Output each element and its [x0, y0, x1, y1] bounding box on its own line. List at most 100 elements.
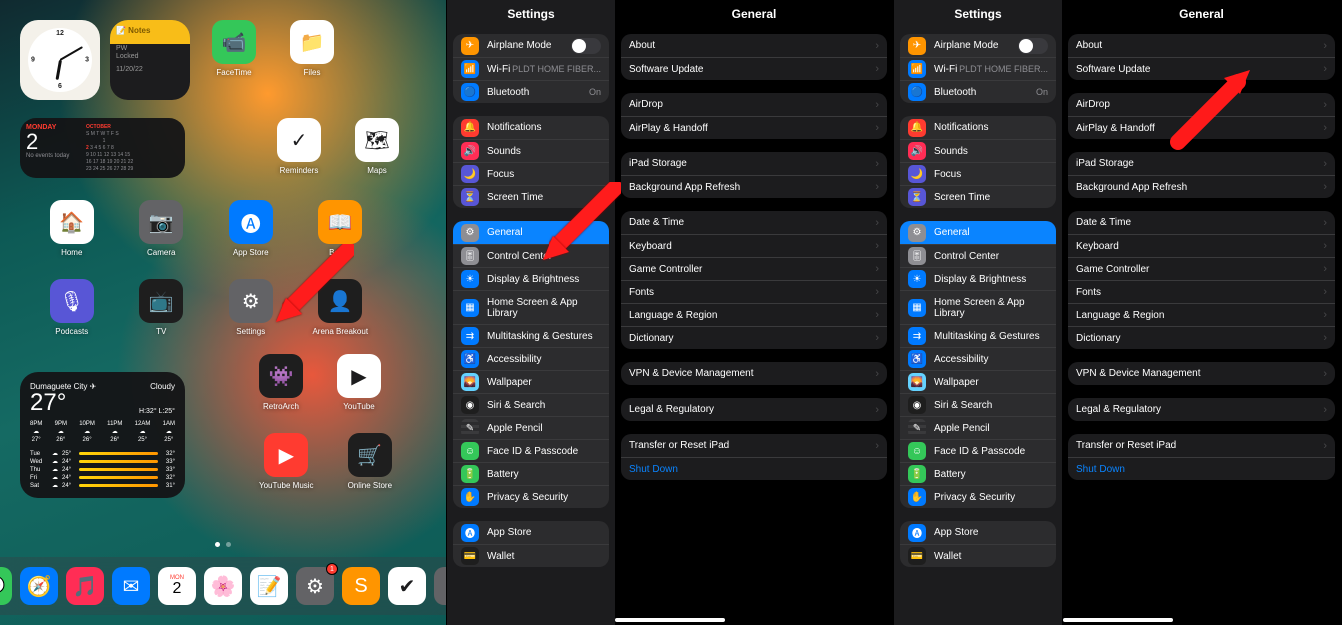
settings-row-siri-search[interactable]: ◉Siri & Search [453, 393, 609, 416]
general-row-keyboard[interactable]: Keyboard› [1068, 234, 1335, 257]
settings-row-wi-fi[interactable]: 📶Wi-FiPLDT HOME FIBER... [453, 57, 609, 80]
home-indicator[interactable] [615, 618, 725, 622]
general-row-legal-regulatory[interactable]: Legal & Regulatory› [621, 398, 887, 421]
settings-row-wallpaper[interactable]: 🌄Wallpaper [900, 370, 1056, 393]
settings-row-notifications[interactable]: 🔔Notifications [900, 116, 1056, 139]
app-maps[interactable]: 🗺Maps [355, 118, 399, 178]
settings-row-focus[interactable]: 🌙Focus [453, 162, 609, 185]
general-row-software-update[interactable]: Software Update› [1068, 57, 1335, 80]
settings-row-apple-pencil[interactable]: ✎Apple Pencil [453, 416, 609, 439]
settings-row-multitasking-gestures[interactable]: ⇉Multitasking & Gestures [453, 324, 609, 347]
app-app-store[interactable]: 🅐App Store [215, 200, 287, 257]
settings-row-airplane-mode[interactable]: ✈Airplane Mode [900, 34, 1056, 57]
app-files[interactable]: 📁Files [290, 20, 334, 100]
app-calendar[interactable]: MON2 [158, 567, 196, 605]
settings-row-privacy-security[interactable]: ✋Privacy & Security [900, 485, 1056, 508]
settings-row-apple-pencil[interactable]: ✎Apple Pencil [900, 416, 1056, 439]
toggle[interactable] [571, 38, 601, 54]
settings-row-privacy-security[interactable]: ✋Privacy & Security [453, 485, 609, 508]
settings-row-wallpaper[interactable]: 🌄Wallpaper [453, 370, 609, 393]
general-row-game-controller[interactable]: Game Controller› [1068, 257, 1335, 280]
app-safari[interactable]: 🧭 [20, 567, 58, 605]
general-row-transfer-or-reset-ipad[interactable]: Transfer or Reset iPad› [621, 434, 887, 457]
settings-row-screen-time[interactable]: ⏳Screen Time [900, 185, 1056, 208]
general-row-game-controller[interactable]: Game Controller› [621, 257, 887, 280]
app-nike[interactable]: ✔ [388, 567, 426, 605]
app-youtube[interactable]: ▶YouTube [337, 354, 381, 411]
settings-row-battery[interactable]: 🔋Battery [900, 462, 1056, 485]
general-row-airdrop[interactable]: AirDrop› [1068, 93, 1335, 116]
general-row-date-time[interactable]: Date & Time› [1068, 211, 1335, 234]
general-row-legal-regulatory[interactable]: Legal & Regulatory› [1068, 398, 1335, 421]
app-books[interactable]: 📖Books [305, 200, 377, 257]
general-row-fonts[interactable]: Fonts› [621, 280, 887, 303]
settings-row-siri-search[interactable]: ◉Siri & Search [900, 393, 1056, 416]
settings-row-wallet[interactable]: 💳Wallet [900, 544, 1056, 567]
settings-row-app-store[interactable]: 🅐App Store [900, 521, 1056, 544]
general-row-about[interactable]: About› [621, 34, 887, 57]
general-row-about[interactable]: About› [1068, 34, 1335, 57]
settings-row-home-screen-app-library[interactable]: ▦Home Screen & App Library [453, 290, 609, 324]
general-row-date-time[interactable]: Date & Time› [621, 211, 887, 234]
settings-row-focus[interactable]: 🌙Focus [900, 162, 1056, 185]
settings-row-wallet[interactable]: 💳Wallet [453, 544, 609, 567]
app-camera[interactable]: 📷Camera [126, 200, 198, 257]
settings-row-airplane-mode[interactable]: ✈Airplane Mode [453, 34, 609, 57]
general-row-vpn-device-management[interactable]: VPN & Device Management› [621, 362, 887, 385]
settings-row-app-store[interactable]: 🅐App Store [453, 521, 609, 544]
settings-row-battery[interactable]: 🔋Battery [453, 462, 609, 485]
app-reminders[interactable]: ✓Reminders [277, 118, 321, 178]
general-row-shut-down[interactable]: Shut Down [621, 457, 887, 480]
settings-row-multitasking-gestures[interactable]: ⇉Multitasking & Gestures [900, 324, 1056, 347]
app-music[interactable]: 🎵 [66, 567, 104, 605]
general-row-background-app-refresh[interactable]: Background App Refresh› [621, 175, 887, 198]
app-settings[interactable]: ⚙1 [296, 567, 334, 605]
general-row-language-region[interactable]: Language & Region› [621, 303, 887, 326]
settings-row-display-brightness[interactable]: ☀Display & Brightness [453, 267, 609, 290]
settings-row-general[interactable]: ⚙General [453, 221, 609, 244]
app-facetime[interactable]: 📹FaceTime [212, 20, 256, 100]
settings-row-sounds[interactable]: 🔊Sounds [900, 139, 1056, 162]
toggle[interactable] [1018, 38, 1048, 54]
general-row-software-update[interactable]: Software Update› [621, 57, 887, 80]
app-online-store[interactable]: 🛒Online Store [348, 433, 392, 490]
settings-row-control-center[interactable]: 🎚Control Center [900, 244, 1056, 267]
general-row-dictionary[interactable]: Dictionary› [1068, 326, 1335, 349]
settings-row-accessibility[interactable]: ♿Accessibility [900, 347, 1056, 370]
settings-row-screen-time[interactable]: ⏳Screen Time [453, 185, 609, 208]
app-apps[interactable]: ⊞ [434, 567, 447, 605]
general-row-airplay-handoff[interactable]: AirPlay & Handoff› [1068, 116, 1335, 139]
calendar-widget[interactable]: MONDAY 2 No events today OCTOBER S M T W… [20, 118, 185, 178]
app-home[interactable]: 🏠Home [36, 200, 108, 257]
general-row-shut-down[interactable]: Shut Down [1068, 457, 1335, 480]
general-row-background-app-refresh[interactable]: Background App Refresh› [1068, 175, 1335, 198]
settings-row-control-center[interactable]: 🎚Control Center [453, 244, 609, 267]
page-indicator[interactable] [215, 542, 231, 547]
app-settings[interactable]: ⚙Settings [215, 279, 287, 336]
home-indicator[interactable] [1063, 618, 1173, 622]
general-row-transfer-or-reset-ipad[interactable]: Transfer or Reset iPad› [1068, 434, 1335, 457]
app-messages[interactable]: 💬 [0, 567, 12, 605]
app-mail[interactable]: ✉ [112, 567, 150, 605]
general-row-ipad-storage[interactable]: iPad Storage› [1068, 152, 1335, 175]
app-youtube-music[interactable]: ▶YouTube Music [259, 433, 314, 490]
clock-widget[interactable]: 12369 [20, 20, 100, 100]
general-row-airdrop[interactable]: AirDrop› [621, 93, 887, 116]
app-podcasts[interactable]: 🎙Podcasts [36, 279, 108, 336]
settings-row-bluetooth[interactable]: 🔵BluetoothOn [453, 80, 609, 103]
general-row-vpn-device-management[interactable]: VPN & Device Management› [1068, 362, 1335, 385]
general-row-ipad-storage[interactable]: iPad Storage› [621, 152, 887, 175]
app-tv[interactable]: 📺TV [126, 279, 198, 336]
general-row-airplay-handoff[interactable]: AirPlay & Handoff› [621, 116, 887, 139]
app-retroarch[interactable]: 👾RetroArch [259, 354, 303, 411]
general-row-keyboard[interactable]: Keyboard› [621, 234, 887, 257]
settings-row-bluetooth[interactable]: 🔵BluetoothOn [900, 80, 1056, 103]
app-shopee[interactable]: S [342, 567, 380, 605]
general-row-fonts[interactable]: Fonts› [1068, 280, 1335, 303]
weather-widget[interactable]: Dumaguete City ✈ Cloudy 27° H:32° L:25° … [20, 372, 185, 498]
settings-row-display-brightness[interactable]: ☀Display & Brightness [900, 267, 1056, 290]
settings-row-notifications[interactable]: 🔔Notifications [453, 116, 609, 139]
settings-row-face-id-passcode[interactable]: ☺Face ID & Passcode [453, 439, 609, 462]
settings-row-accessibility[interactable]: ♿Accessibility [453, 347, 609, 370]
settings-row-general[interactable]: ⚙General [900, 221, 1056, 244]
